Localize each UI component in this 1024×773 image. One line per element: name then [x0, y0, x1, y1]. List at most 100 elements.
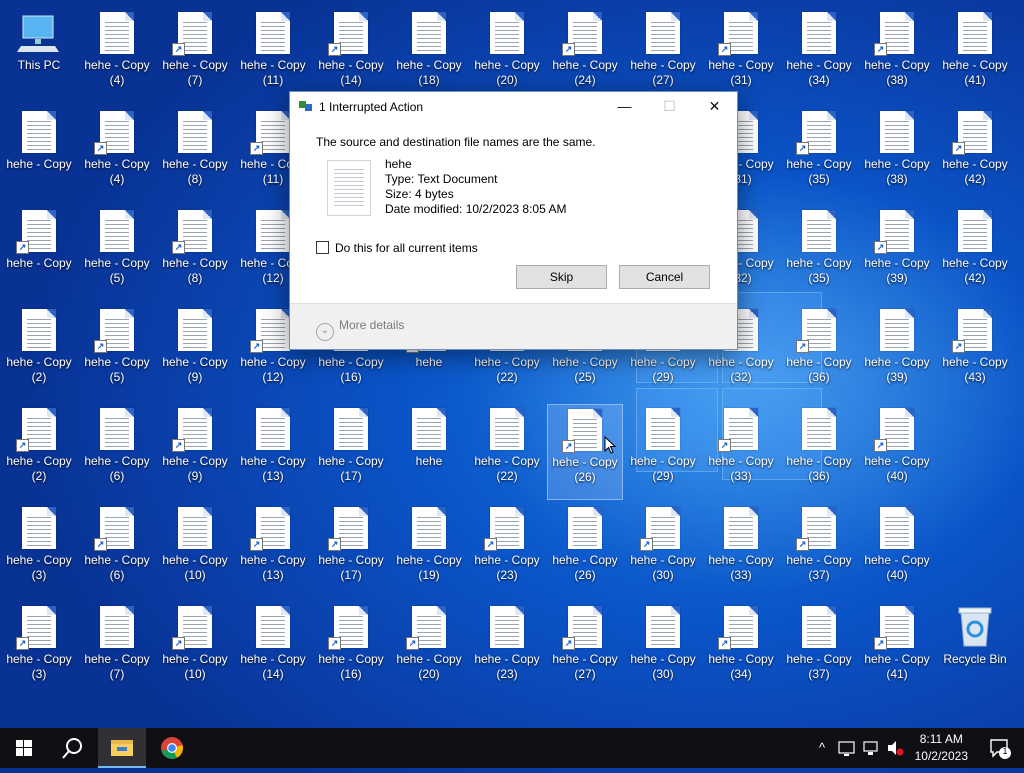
desktop-file-icon[interactable]: hehe - Copy (22)	[469, 404, 545, 500]
network-button[interactable]	[860, 728, 882, 768]
desktop-file-icon[interactable]: hehe - Copy (8)	[157, 107, 233, 203]
desktop-file-icon[interactable]: ↗ hehe - Copy (14)	[313, 8, 389, 104]
taskbar-clock[interactable]: 8:11 AM 10/2/2023	[915, 731, 968, 765]
desktop-file-icon[interactable]: ↗ hehe - Copy (37)	[781, 503, 857, 599]
desktop-file-icon[interactable]: ↗ hehe - Copy (31)	[703, 8, 779, 104]
desktop-file-icon[interactable]: hehe - Copy (34)	[781, 8, 857, 104]
desktop-file-icon[interactable]: hehe - Copy (6)	[79, 404, 155, 500]
desktop-file-icon[interactable]: hehe - Copy (30)	[625, 602, 701, 698]
desktop-file-icon[interactable]: hehe - Copy (5)	[79, 206, 155, 302]
desktop-file-icon[interactable]: hehe - Copy (9)	[157, 305, 233, 401]
desktop-icon-label: hehe - Copy (22)	[474, 454, 540, 483]
desktop-file-icon[interactable]: hehe - Copy (17)	[313, 404, 389, 500]
desktop-icon-label: hehe - Copy (8)	[162, 157, 228, 186]
desktop-file-icon[interactable]: ↗ hehe - Copy (33)	[703, 404, 779, 500]
desktop-file-icon[interactable]: ↗ hehe - Copy (9)	[157, 404, 233, 500]
desktop-file-icon[interactable]: ↗ hehe - Copy (8)	[157, 206, 233, 302]
show-hidden-icons-button[interactable]: ^	[812, 728, 832, 768]
desktop-file-icon[interactable]: ↗ hehe - Copy (3)	[1, 602, 77, 698]
file-info[interactable]: hehe Type: Text Document Size: 4 bytes D…	[385, 157, 566, 217]
desktop-file-icon[interactable]: hehe - Copy (7)	[79, 602, 155, 698]
text-file-icon	[802, 210, 836, 252]
desktop-file-icon[interactable]: hehe - Copy (14)	[235, 602, 311, 698]
desktop-file-icon[interactable]: hehe - Copy (2)	[1, 305, 77, 401]
desktop-file-icon[interactable]: ↗ hehe - Copy (17)	[313, 503, 389, 599]
desktop-file-icon[interactable]: ↗ hehe - Copy (34)	[703, 602, 779, 698]
text-file-icon	[490, 606, 524, 648]
more-details-toggle[interactable]: ⌄ More details	[316, 318, 404, 341]
desktop-file-icon[interactable]: hehe - Copy	[1, 107, 77, 203]
desktop-file-icon[interactable]: ↗ hehe - Copy (20)	[391, 602, 467, 698]
desktop-icon-label: hehe - Copy (38)	[864, 157, 930, 186]
desktop-file-icon[interactable]: ↗ hehe - Copy (16)	[313, 602, 389, 698]
desktop-icon-label: hehe - Copy (13)	[240, 454, 306, 483]
cancel-button[interactable]: Cancel	[619, 265, 710, 289]
desktop-file-icon[interactable]: hehe - Copy (11)	[235, 8, 311, 104]
desktop-file-icon[interactable]: hehe - Copy (36)	[781, 404, 857, 500]
start-button[interactable]	[0, 728, 48, 768]
desktop-file-icon[interactable]: ↗ hehe - Copy (30)	[625, 503, 701, 599]
text-file-icon	[880, 111, 914, 153]
recycle-bin-desktop-icon[interactable]: Recycle Bin	[937, 602, 1013, 698]
desktop-file-icon[interactable]: hehe - Copy (41)	[937, 8, 1013, 104]
desktop-file-icon[interactable]: ↗ hehe - Copy (36)	[781, 305, 857, 401]
desktop-file-icon[interactable]: ↗ hehe - Copy (7)	[157, 8, 233, 104]
desktop-file-icon[interactable]: hehe - Copy (42)	[937, 206, 1013, 302]
text-file-icon	[490, 408, 524, 450]
desktop-file-icon[interactable]: ↗ hehe - Copy (23)	[469, 503, 545, 599]
this-pc-desktop-icon[interactable]: This PC	[1, 8, 77, 104]
search-button[interactable]	[48, 728, 96, 768]
desktop-file-icon[interactable]: hehe - Copy (23)	[469, 602, 545, 698]
desktop-file-icon[interactable]: hehe - Copy (33)	[703, 503, 779, 599]
desktop-file-icon[interactable]: ↗ hehe - Copy (10)	[157, 602, 233, 698]
desktop-file-icon[interactable]: hehe - Copy (3)	[1, 503, 77, 599]
minimize-button[interactable]: —	[602, 92, 647, 121]
desktop-file-icon[interactable]: hehe - Copy (29)	[625, 404, 701, 500]
desktop-file-icon[interactable]: ↗ hehe - Copy (13)	[235, 503, 311, 599]
desktop-file-icon[interactable]: ↗ hehe - Copy (6)	[79, 503, 155, 599]
monitor-icon	[838, 741, 855, 756]
action-center-button[interactable]: 1	[988, 736, 1012, 760]
desktop-file-icon[interactable]: ↗ hehe - Copy (43)	[937, 305, 1013, 401]
desktop-file-icon[interactable]: ↗ hehe - Copy (35)	[781, 107, 857, 203]
desktop-file-icon[interactable]: hehe - Copy (38)	[859, 107, 935, 203]
desktop-file-icon[interactable]: hehe - Copy (40)	[859, 503, 935, 599]
desktop-file-icon[interactable]: ↗ hehe - Copy	[1, 206, 77, 302]
desktop-file-icon[interactable]: ↗ hehe - Copy (27)	[547, 602, 623, 698]
file-explorer-button[interactable]	[98, 728, 146, 768]
apply-all-checkbox-row[interactable]: Do this for all current items	[316, 241, 478, 255]
chrome-button[interactable]	[148, 728, 196, 768]
desktop-file-icon[interactable]: ↗ hehe - Copy (24)	[547, 8, 623, 104]
desktop-file-icon[interactable]: ↗ hehe - Copy (41)	[859, 602, 935, 698]
desktop-file-icon[interactable]: hehe - Copy (13)	[235, 404, 311, 500]
desktop-file-icon[interactable]: hehe - Copy (37)	[781, 602, 857, 698]
desktop-icon-label: hehe - Copy (3)	[6, 652, 72, 681]
desktop-file-icon[interactable]: ↗ hehe - Copy (42)	[937, 107, 1013, 203]
desktop-file-icon[interactable]: ↗ hehe - Copy (5)	[79, 305, 155, 401]
desktop-file-icon[interactable]: hehe - Copy (20)	[469, 8, 545, 104]
volume-button[interactable]	[884, 728, 906, 768]
desktop-file-icon[interactable]: hehe - Copy (26)	[547, 503, 623, 599]
skip-button[interactable]: Skip	[516, 265, 607, 289]
text-file-icon: ↗	[328, 507, 368, 551]
close-button[interactable]: ✕	[692, 92, 737, 121]
dialog-title-bar[interactable]: 1 Interrupted Action — ☐ ✕	[290, 92, 737, 122]
desktop-file-icon[interactable]: ↗ hehe - Copy (38)	[859, 8, 935, 104]
desktop-file-icon[interactable]: hehe - Copy (27)	[625, 8, 701, 104]
apply-all-checkbox[interactable]	[316, 241, 329, 254]
desktop-file-icon[interactable]: ↗ hehe - Copy (2)	[1, 404, 77, 500]
text-file-icon: ↗	[874, 606, 914, 650]
desktop-icon-label: Recycle Bin	[943, 652, 1007, 666]
desktop-file-icon[interactable]: hehe - Copy (39)	[859, 305, 935, 401]
tray-monitor-button[interactable]	[836, 728, 858, 768]
desktop-file-icon[interactable]: hehe - Copy (10)	[157, 503, 233, 599]
desktop-file-icon[interactable]: ↗ hehe - Copy (4)	[79, 107, 155, 203]
desktop-file-icon[interactable]: ↗ hehe - Copy (40)	[859, 404, 935, 500]
desktop-file-icon[interactable]: hehe - Copy (35)	[781, 206, 857, 302]
desktop-file-icon[interactable]: hehe - Copy (4)	[79, 8, 155, 104]
desktop-file-icon[interactable]: hehe	[391, 404, 467, 500]
desktop-file-icon[interactable]: hehe - Copy (18)	[391, 8, 467, 104]
desktop-file-icon[interactable]: ↗ hehe - Copy (39)	[859, 206, 935, 302]
desktop-file-icon[interactable]: hehe - Copy (19)	[391, 503, 467, 599]
file-name: hehe	[385, 157, 412, 171]
